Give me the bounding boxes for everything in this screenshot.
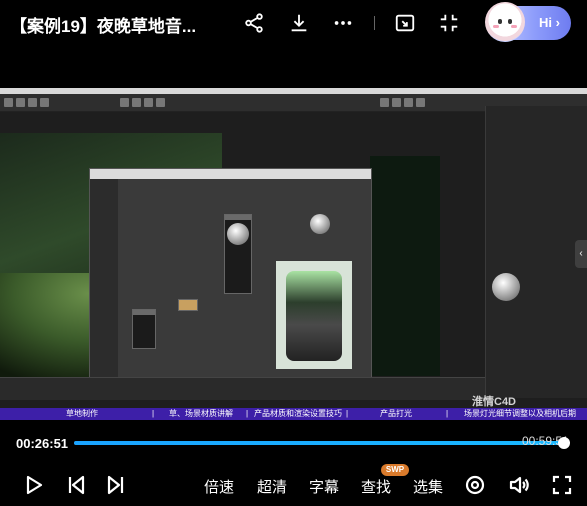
timeline <box>0 377 485 400</box>
search-button[interactable]: 查找 <box>361 476 391 497</box>
assistant-avatar-icon <box>485 2 525 42</box>
progress-fill <box>74 441 565 445</box>
next-button[interactable] <box>104 473 128 502</box>
share-icon[interactable] <box>243 12 265 34</box>
play-button[interactable] <box>21 473 45 502</box>
chapter-separator: | <box>446 409 449 418</box>
assistant-label: Hi › <box>539 15 560 30</box>
chapter-separator: | <box>246 409 249 418</box>
side-panel-toggle[interactable]: ‹ <box>575 240 587 268</box>
chapter-label: 草、场景材质讲解 <box>169 409 233 418</box>
chapter-label: 产品打光 <box>380 409 412 418</box>
fullscreen-icon[interactable] <box>550 473 574 502</box>
episodes-button[interactable]: 选集 <box>413 476 443 497</box>
product-can <box>286 271 342 361</box>
chapter-label: 草地制作 <box>66 409 98 418</box>
preview-sphere <box>310 214 330 234</box>
attribute-preview-sphere <box>492 273 520 301</box>
fullscreen-exit-icon[interactable] <box>438 12 460 34</box>
node-texture <box>132 309 156 349</box>
node-small <box>178 299 198 311</box>
subtitles-button[interactable]: 字幕 <box>309 476 339 497</box>
divider <box>374 16 375 30</box>
current-time: 00:26:51 <box>16 436 69 451</box>
chapter-band: 草地制作 | 草、场景材质讲解 | 产品材质和渲染设置技巧 | 产品打光 | 场… <box>0 408 587 420</box>
search-badge: SWP <box>381 464 409 476</box>
assistant-button[interactable]: Hi › <box>485 2 571 42</box>
render-preview <box>276 261 352 369</box>
chapter-label: 产品材质和渲染设置技巧 <box>254 409 342 418</box>
quality-button[interactable]: 超清 <box>257 476 287 497</box>
material-editor-sidebar <box>90 179 118 389</box>
previous-button[interactable] <box>64 473 88 502</box>
volume-icon[interactable] <box>507 473 531 502</box>
material-node <box>224 214 252 294</box>
chapter-separator: | <box>152 409 155 418</box>
pip-icon[interactable] <box>394 12 416 34</box>
top-bar: 【案例19】夜晚草地音... Hi › <box>0 0 587 46</box>
speed-button[interactable]: 倍速 <box>204 476 234 497</box>
material-editor-titlebar <box>90 169 371 179</box>
download-icon[interactable] <box>288 12 310 34</box>
chapter-label: 场景灯光细节调整以及相机后期 <box>464 409 576 418</box>
progress-knob[interactable] <box>558 437 571 449</box>
target-icon[interactable] <box>463 473 487 502</box>
more-icon[interactable] <box>332 12 354 34</box>
viewport-right <box>370 156 440 376</box>
watermark: 淮情C4D <box>472 396 517 408</box>
chapter-separator: | <box>346 409 349 418</box>
video-title: 【案例19】夜晚草地音... <box>10 17 197 36</box>
video-frame[interactable]: 草地制作 | 草、场景材质讲解 | 产品材质和渲染设置技巧 | 产品打光 | 场… <box>0 88 587 420</box>
object-manager-panel <box>485 106 587 398</box>
